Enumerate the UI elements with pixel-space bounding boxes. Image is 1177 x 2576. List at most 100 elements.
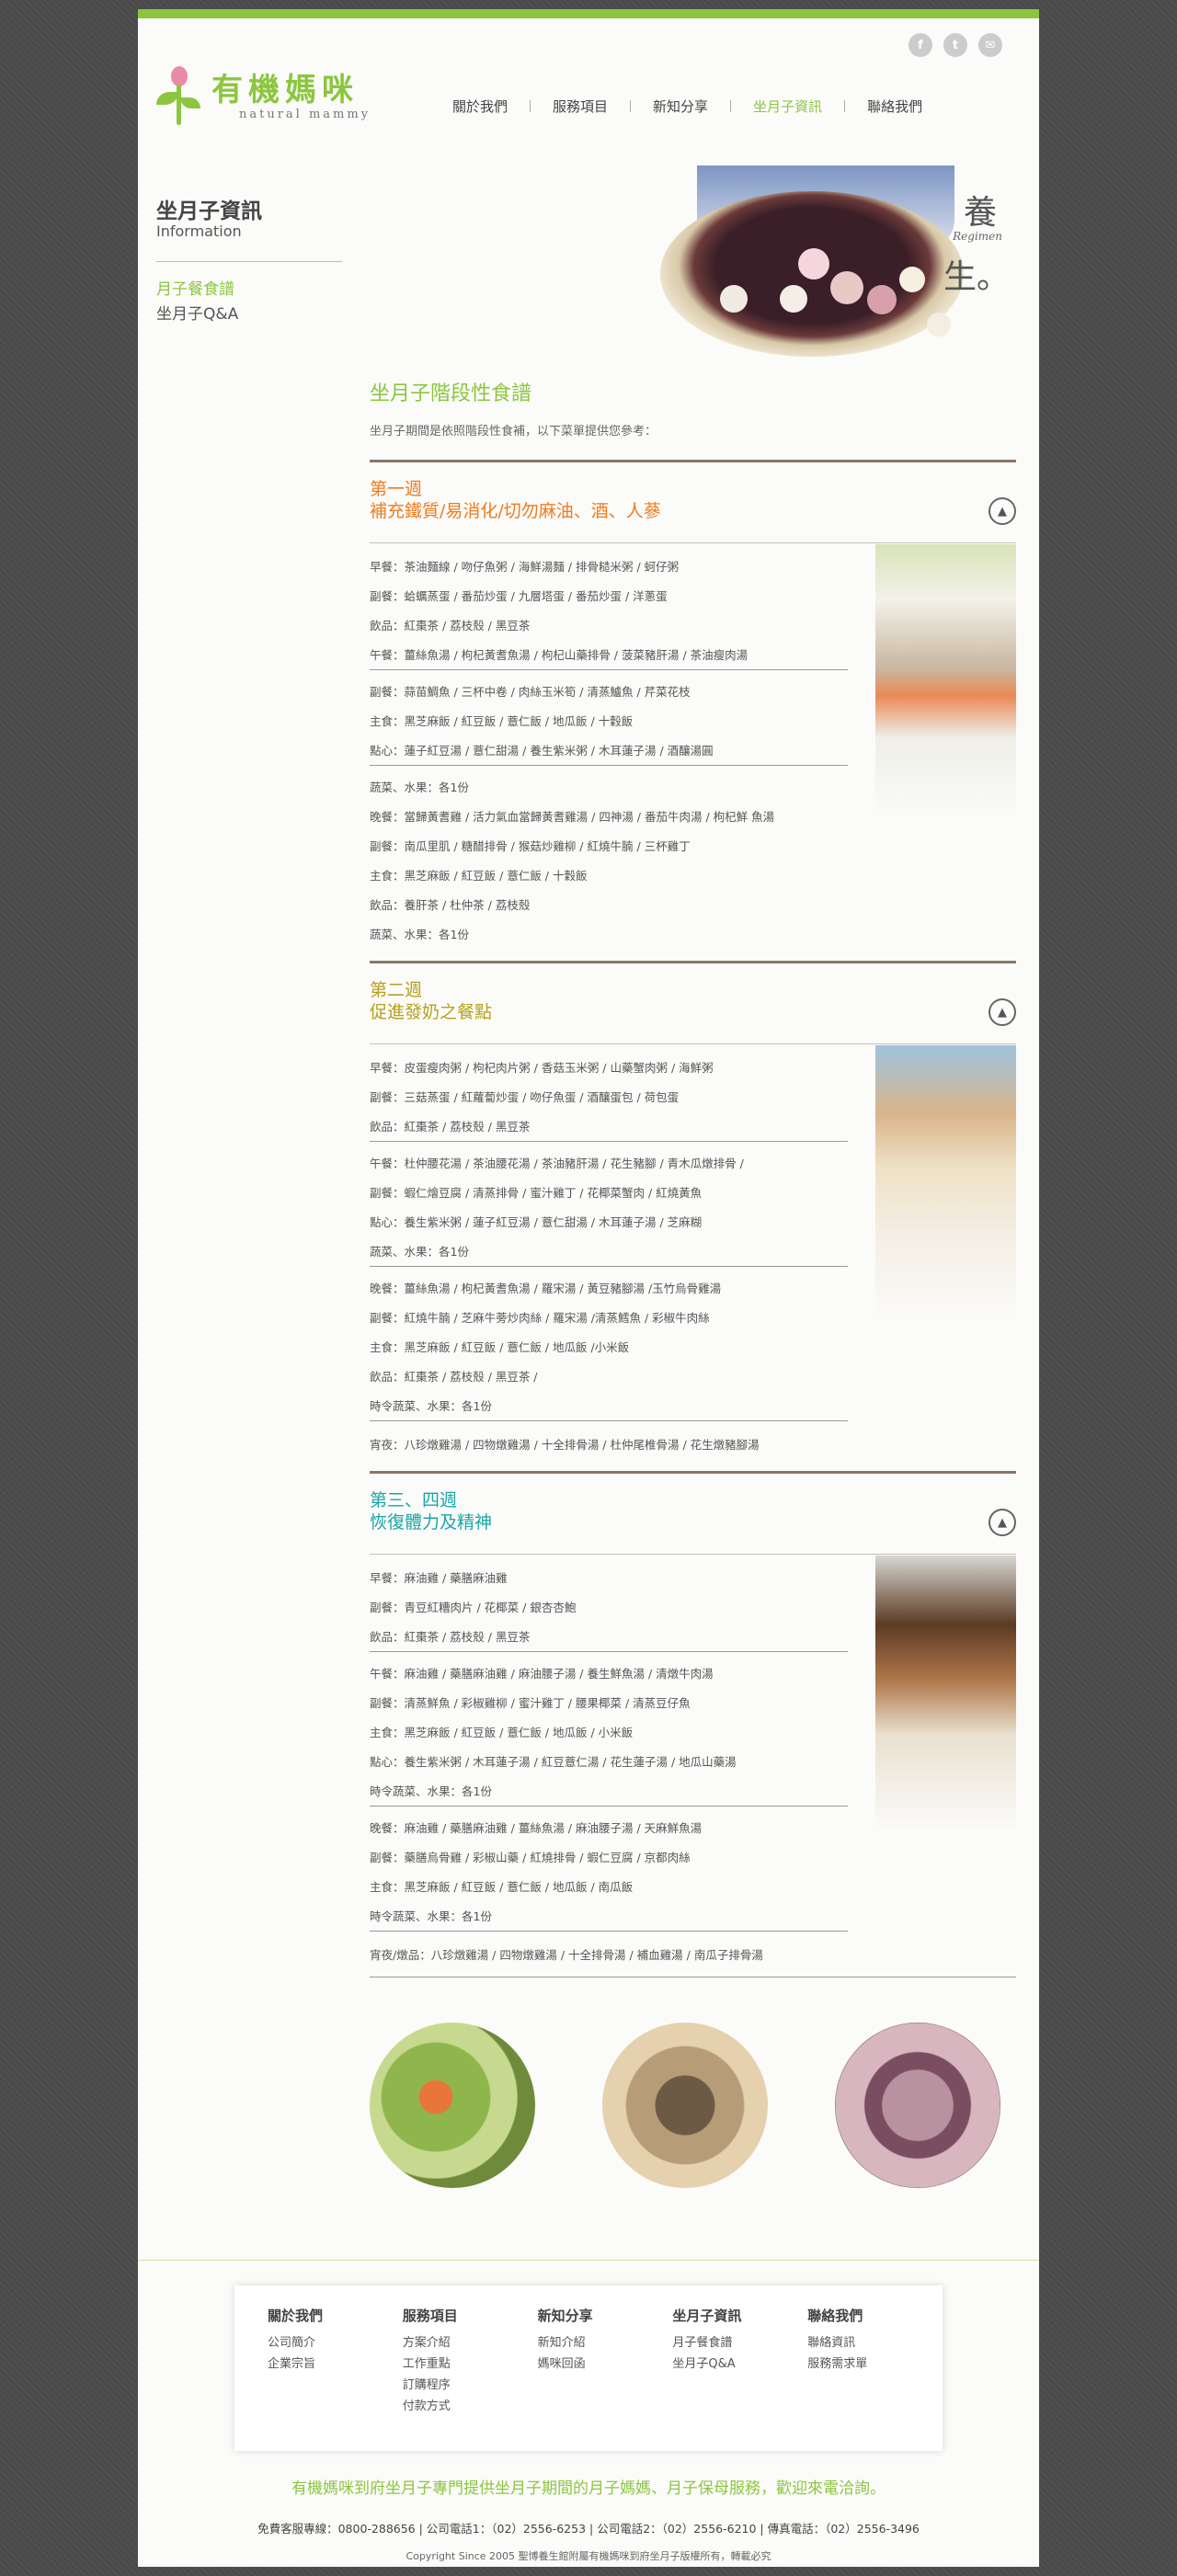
mail-icon[interactable]: ✉ — [978, 33, 1002, 57]
menu-row: 蔬菜、水果：各1份 — [370, 1245, 469, 1259]
footer-col-title[interactable]: 服務項目 — [403, 2306, 538, 2325]
collapse-arrow-icon[interactable]: ▲ — [988, 497, 1016, 525]
menu-row: 副餐：清蒸鮮魚 / 彩椒雞柳 / 蜜汁雞丁 / 腰果椰菜 / 清蒸豆仔魚 — [370, 1696, 691, 1710]
purple-rice-image — [835, 2023, 1000, 2188]
sidebar-subtitle: Information — [156, 222, 242, 240]
social-links: f t ✉ — [908, 33, 1002, 57]
menu-row: 副餐：青豆紅糟肉片 / 花椰菜 / 銀杏杏鮑 — [370, 1601, 577, 1614]
week2-subtitle: 促進發奶之餐點 — [370, 1002, 493, 1022]
sidebar-title: 坐月子資訊 — [156, 199, 262, 223]
week2-title: 第二週 — [370, 980, 423, 1000]
nav-services[interactable]: 服務項目 — [531, 97, 630, 116]
menu-row: 主食：黑芝麻飯 / 紅豆飯 / 薏仁飯 / 地瓜飯 / 十穀飯 — [370, 714, 634, 728]
menu-row: 飲品：紅棗茶 / 荔枝殼 / 黑豆茶 — [370, 1120, 531, 1134]
menu-row: 副餐：三菇蒸蛋 / 紅蘿蔔炒蛋 / 吻仔魚蛋 / 酒釀蛋包 / 荷包蛋 — [370, 1090, 680, 1104]
menu-row: 點心：養生紫米粥 / 木耳蓮子湯 / 紅豆薏仁湯 / 花生蓮子湯 / 地瓜山藥湯 — [370, 1755, 737, 1769]
menu-row: 主食：黑芝麻飯 / 紅豆飯 / 薏仁飯 / 地瓜飯 / 南瓜飯 — [370, 1880, 634, 1894]
menu-row: 宵夜：八珍燉雞湯 / 四物燉雞湯 / 十全排骨湯 / 杜仲尾椎骨湯 / 花生燉豬… — [370, 1438, 760, 1452]
menu-row: 飲品：紅棗茶 / 荔枝殼 / 黑豆茶 — [370, 1630, 531, 1644]
menu-row: 蔬菜、水果：各1份 — [370, 781, 469, 794]
menu-row: 主食：黑芝麻飯 / 紅豆飯 / 薏仁飯 / 十穀飯 — [370, 869, 588, 883]
footer-link[interactable]: 工作重點 — [403, 2354, 538, 2375]
menu-row: 早餐：茶油麵線 / 吻仔魚粥 / 海鮮湯麵 / 排骨糙米粥 / 蚵仔粥 — [370, 560, 680, 574]
menu-row: 飲品：紅棗茶 / 荔枝殼 / 黑豆茶 — [370, 619, 531, 633]
footer-link[interactable]: 付款方式 — [403, 2396, 538, 2417]
menu-row: 晚餐：薑絲魚湯 / 枸杞黃耆魚湯 / 羅宋湯 / 黃豆豬腳湯 /玉竹烏骨雞湯 — [370, 1282, 722, 1295]
menu-row: 午餐：杜仲腰花湯 / 茶油腰花湯 / 茶油豬肝湯 / 花生豬腳 / 青木瓜燉排骨… — [370, 1157, 744, 1170]
footer-sitemap: 關於我們 公司簡介 企業宗旨 服務項目 方案介紹 工作重點 訂購程序 付款方式 … — [234, 2285, 943, 2451]
menu-row: 時令蔬菜、水果：各1份 — [370, 1399, 492, 1413]
footer-col-title[interactable]: 新知分享 — [538, 2306, 673, 2325]
menu-row: 副餐：蒜苗鯛魚 / 三杯中卷 / 肉絲玉米筍 / 清蒸鱸魚 / 芹菜花枝 — [370, 685, 691, 699]
collapse-arrow-icon[interactable]: ▲ — [988, 998, 1016, 1026]
menu-row: 飲品：養肝茶 / 杜仲茶 / 荔枝殼 — [370, 898, 531, 912]
sidebar-item-qa[interactable]: 坐月子Q&A — [156, 301, 238, 324]
week3-title: 第三、四週 — [370, 1490, 458, 1510]
celery-dish-image — [370, 2023, 535, 2188]
herb-slices-image — [602, 2023, 768, 2188]
footer-link[interactable]: 方案介紹 — [403, 2332, 538, 2354]
menu-row: 時令蔬菜、水果：各1份 — [370, 1909, 492, 1923]
footer-contact: 免費客服專線：0800-288656 | 公司電話1：（02）2556-6253… — [257, 2522, 920, 2536]
nav-contact[interactable]: 聯絡我們 — [845, 97, 944, 116]
menu-row: 宵夜/燉品：八珍燉雞湯 / 四物燉雞湯 / 十全排骨湯 / 補血雞湯 / 南瓜子… — [370, 1948, 763, 1962]
menu-row: 晚餐：當歸黃耆雞 / 活力氣血當歸黃耆雞湯 / 四神湯 / 番茄牛肉湯 / 枸杞… — [370, 810, 775, 824]
main-content: 坐月子階段性食譜 坐月子期間是依照階段性食補，以下菜單提供您參考： 第一週 補充… — [370, 377, 1016, 1978]
menu-row: 副餐：紅燒牛腩 / 芝麻牛蒡炒肉絲 / 羅宋湯 /清蒸鱈魚 / 彩椒牛肉絲 — [370, 1311, 710, 1325]
footer-link[interactable]: 新知介紹 — [538, 2332, 673, 2354]
page-container: f t ✉ 有機媽咪 natural mammy 關於我們 服務項目 新知分享 … — [138, 9, 1039, 2567]
footer-link[interactable]: 訂購程序 — [403, 2375, 538, 2396]
menu-row: 早餐：皮蛋瘦肉粥 / 枸杞肉片粥 / 香菇玉米粥 / 山藥蟹肉粥 / 海鮮粥 — [370, 1061, 714, 1075]
menu-row: 早餐：麻油雞 / 藥膳麻油雞 — [370, 1571, 508, 1585]
menu-row: 主食：黑芝麻飯 / 紅豆飯 / 薏仁飯 / 地瓜飯 / 小米飯 — [370, 1726, 634, 1739]
footer-slogan: 有機媽咪到府坐月子專門提供坐月子期間的月子媽媽、月子保母服務，歡迎來電洽詢。 — [291, 2479, 886, 2498]
logo-subtitle: natural mammy — [239, 107, 371, 121]
sprout-logo-icon — [156, 66, 202, 127]
nav-about[interactable]: 關於我們 — [430, 97, 530, 116]
week1-subtitle: 補充鐵質/易消化/切勿麻油、酒、人蔘 — [370, 501, 661, 521]
week3-subtitle: 恢復體力及精神 — [370, 1512, 493, 1533]
nav-news[interactable]: 新知分享 — [631, 97, 730, 116]
footer-link[interactable]: 企業宗旨 — [268, 2354, 403, 2375]
footer-col-title[interactable]: 聯絡我們 — [807, 2306, 943, 2325]
menu-row: 副餐：藥膳烏骨雞 / 彩椒山藥 / 紅燒排骨 / 蝦仁豆腐 / 京都肉絲 — [370, 1851, 691, 1864]
week1-title: 第一週 — [370, 479, 423, 499]
hero-banner: 養 Regimen 生。 — [660, 165, 1010, 368]
menu-row: 點心：蓮子紅豆湯 / 薏仁甜湯 / 養生紫米粥 / 木耳蓮子湯 / 酒釀湯圓 — [370, 744, 714, 758]
footer-copyright: Copyright Since 2005 聖博養生館附屬有機媽咪到府坐月子版權所… — [406, 2550, 771, 2562]
menu-row: 時令蔬菜、水果：各1份 — [370, 1784, 492, 1798]
week2-noodle-image — [875, 1045, 1016, 1321]
logo-title: 有機媽咪 — [211, 71, 359, 108]
collapse-arrow-icon[interactable]: ▲ — [988, 1509, 1016, 1536]
page-intro: 坐月子期間是依照階段性食補，以下菜單提供您參考： — [370, 425, 657, 439]
menu-row: 副餐：蛤蠣蒸蛋 / 番茄炒蛋 / 九層塔蛋 / 番茄炒蛋 / 洋蔥蛋 — [370, 589, 668, 603]
menu-row: 副餐：蝦仁燴豆腐 / 清蒸排骨 / 蜜汁雞丁 / 花椰菜蟹肉 / 紅燒黃魚 — [370, 1186, 703, 1200]
week2-section: 第二週 促進發奶之餐點 ▲ 早餐：皮蛋瘦肉粥 / 枸杞肉片粥 / 香菇玉米粥 /… — [370, 961, 1016, 1452]
hero-char-2: 生。 — [943, 258, 1010, 296]
page-title: 坐月子階段性食譜 — [370, 382, 532, 405]
menu-row: 副餐：南瓜里肌 / 糖醋排骨 / 猴菇炒雞柳 / 紅燒牛腩 / 三杯雞丁 — [370, 839, 691, 853]
menu-row: 飲品：紅棗茶 / 荔枝殼 / 黑豆茶 / — [370, 1370, 538, 1384]
menu-row: 點心：養生紫米粥 / 蓮子紅豆湯 / 薏仁甜湯 / 木耳蓮子湯 / 芝麻糊 — [370, 1215, 703, 1229]
footer-col-title[interactable]: 關於我們 — [268, 2306, 403, 2325]
footer-link[interactable]: 月子餐食譜 — [672, 2332, 807, 2354]
nav-postpartum-info[interactable]: 坐月子資訊 — [731, 97, 844, 116]
footer-link[interactable]: 媽咪回函 — [538, 2354, 673, 2375]
footer-link[interactable]: 公司簡介 — [268, 2332, 403, 2354]
footer-link[interactable]: 聯絡資訊 — [807, 2332, 943, 2354]
twitter-icon[interactable]: t — [943, 33, 967, 57]
site-logo[interactable]: 有機媽咪 natural mammy — [156, 66, 371, 127]
week1-dish-image — [875, 544, 1016, 820]
footer-col-title[interactable]: 坐月子資訊 — [672, 2306, 807, 2325]
footer-link[interactable]: 服務需求單 — [807, 2354, 943, 2375]
hero-char-1: 養 — [963, 194, 997, 232]
week1-section: 第一週 補充鐵質/易消化/切勿麻油、酒、人蔘 ▲ 早餐：茶油麵線 / 吻仔魚粥 … — [370, 460, 1016, 941]
facebook-icon[interactable]: f — [908, 33, 932, 57]
menu-row: 午餐：薑絲魚湯 / 枸杞黃耆魚湯 / 枸杞山藥排骨 / 菠菜豬肝湯 / 茶油瘦肉… — [370, 648, 748, 662]
sidebar-item-recipes[interactable]: 月子餐食譜 — [156, 276, 234, 299]
menu-row: 主食：黑芝麻飯 / 紅豆飯 / 薏仁飯 / 地瓜飯 /小米飯 — [370, 1340, 630, 1354]
sidebar-divider — [156, 261, 342, 262]
menu-row: 晚餐：麻油雞 / 藥膳麻油雞 / 薑絲魚湯 / 麻油腰子湯 / 天麻鮮魚湯 — [370, 1821, 703, 1835]
week3-section: 第三、四週 恢復體力及精神 ▲ 早餐：麻油雞 / 藥膳麻油雞 副餐：青豆紅糟肉片… — [370, 1471, 1016, 1978]
footer-link[interactable]: 坐月子Q&A — [672, 2354, 807, 2375]
